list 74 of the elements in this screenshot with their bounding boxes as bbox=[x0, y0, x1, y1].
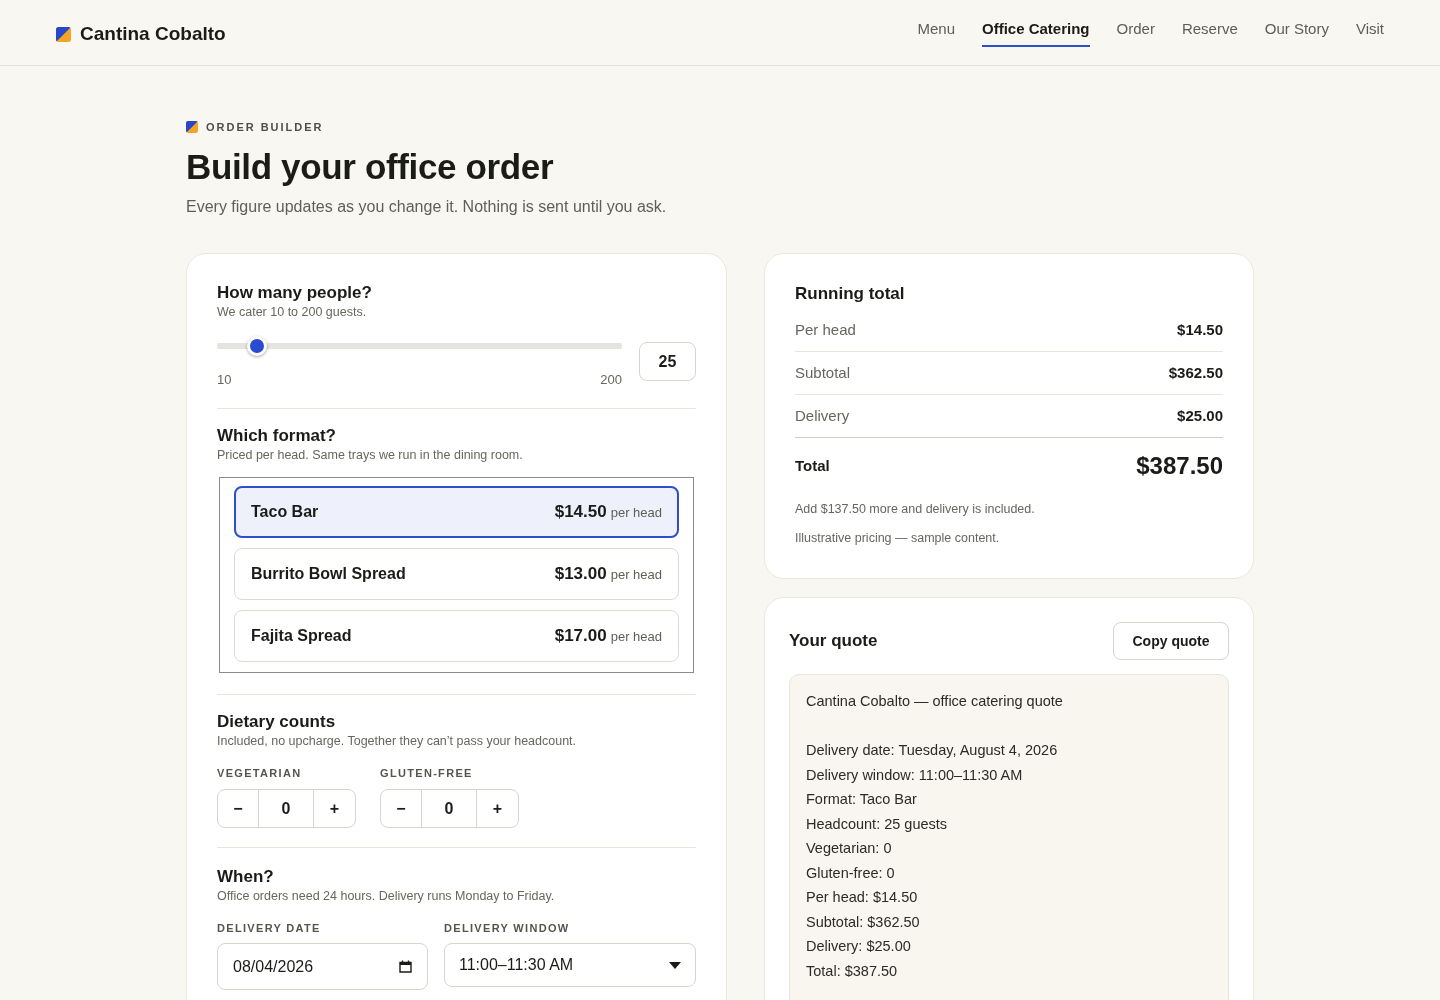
section-hint: Priced per head. Same trays we run in the dining room. bbox=[217, 447, 524, 464]
brand-mark-icon bbox=[56, 26, 71, 42]
eyebrow-label: ORDER BUILDER bbox=[206, 120, 324, 135]
format-name: Taco Bar bbox=[251, 502, 319, 522]
format-unit: per head bbox=[610, 566, 662, 585]
format-unit: per head bbox=[610, 504, 662, 523]
format-name: Burrito Bowl Spread bbox=[251, 564, 406, 584]
count-field[interactable]: 0 bbox=[259, 790, 314, 827]
quote-line: Total: $387.50 bbox=[806, 961, 899, 981]
nav-link[interactable]: Visit bbox=[1355, 18, 1384, 47]
section-hint: We cater 10 to 200 guests. bbox=[217, 304, 368, 321]
nav-link[interactable]: Reserve bbox=[1181, 18, 1238, 47]
quote-line: Delivery date: Tuesday, August 4, 2026 bbox=[806, 741, 1059, 760]
section-title: When? bbox=[217, 867, 275, 887]
increment-button[interactable]: + bbox=[477, 790, 518, 827]
slider-thumb[interactable] bbox=[247, 336, 268, 356]
section-hint: Included, no upcharge. Together they can’t pass your headcount. bbox=[217, 733, 578, 750]
delivery-window-select[interactable]: 11:00–11:30 AM bbox=[444, 943, 696, 987]
format-price: $13.00 bbox=[554, 563, 607, 586]
field-label: DELIVERY DATE bbox=[217, 921, 322, 936]
quote-line: Per head: $14.50 bbox=[806, 888, 919, 907]
nav-link[interactable]: Office Catering bbox=[982, 18, 1090, 47]
quote-line: Delivery: $25.00 bbox=[806, 937, 912, 956]
date-field[interactable]: 08/04/2026 bbox=[217, 943, 428, 990]
caret-icon bbox=[669, 961, 681, 969]
quote-line: Delivery window: 11:00–11:30 AM bbox=[806, 765, 1024, 785]
section-title: Which format? bbox=[217, 426, 337, 446]
quote-line: Subtotal: $362.50 bbox=[806, 912, 921, 932]
slider-min-label: 10 bbox=[217, 371, 232, 389]
field-label: GLUTEN-FREE bbox=[380, 766, 474, 781]
page-subtitle: Every figure updates as you change it. Nothing is sent until you ask. bbox=[186, 197, 668, 217]
quote-line: Vegetarian: 0 bbox=[806, 839, 893, 858]
card-title: Your quote bbox=[789, 631, 878, 651]
headcount-field[interactable]: 25 bbox=[639, 342, 696, 381]
calendar-icon bbox=[399, 960, 412, 973]
summary-label: Per head bbox=[795, 320, 856, 340]
copy-quote-button[interactable]: Copy quote bbox=[1113, 622, 1229, 660]
format-option[interactable]: Fajita Spread $17.00 per head bbox=[234, 610, 679, 662]
decrement-button[interactable]: − bbox=[381, 790, 422, 827]
nav-link[interactable]: Our Story bbox=[1264, 18, 1329, 47]
brand-name[interactable]: Cantina Cobalto bbox=[80, 22, 226, 46]
field-label: VEGETARIAN bbox=[217, 766, 303, 781]
total-label: Total bbox=[795, 456, 830, 476]
section-title: How many people? bbox=[217, 283, 373, 303]
quote-line: Gluten-free: 0 bbox=[806, 863, 896, 883]
field-label: DELIVERY WINDOW bbox=[444, 921, 571, 936]
total-value: $387.50 bbox=[1136, 451, 1223, 481]
summary-value: $14.50 bbox=[1177, 320, 1223, 340]
summary-value: $362.50 bbox=[1168, 363, 1223, 383]
nav-link[interactable]: Menu bbox=[917, 18, 955, 47]
summary-note: Add $137.50 more and delivery is included. bbox=[795, 501, 1036, 518]
increment-button[interactable]: + bbox=[314, 790, 355, 827]
quote-heading: Cantina Cobalto — office catering quote bbox=[806, 692, 1064, 711]
brand-mark-icon bbox=[186, 121, 198, 133]
quote-line: Format: Taco Bar bbox=[806, 790, 918, 809]
count-field[interactable]: 0 bbox=[422, 790, 477, 827]
format-price: $14.50 bbox=[554, 501, 607, 524]
format-option[interactable]: Taco Bar $14.50 per head bbox=[234, 486, 679, 538]
summary-value: $25.00 bbox=[1177, 406, 1223, 426]
format-option[interactable]: Burrito Bowl Spread $13.00 per head bbox=[234, 548, 679, 600]
format-name: Fajita Spread bbox=[251, 626, 352, 646]
section-hint: Office orders need 24 hours. Delivery runs Monday to Friday. bbox=[217, 888, 556, 905]
summary-label: Subtotal bbox=[795, 363, 851, 383]
summary-label: Delivery bbox=[795, 406, 850, 426]
quote-line: Headcount: 25 guests bbox=[806, 814, 949, 834]
section-title: Dietary counts bbox=[217, 712, 337, 732]
page-title: Build your office order bbox=[186, 146, 555, 188]
summary-note: Illustrative pricing — sample content. bbox=[795, 530, 1001, 547]
format-unit: per head bbox=[610, 628, 662, 647]
decrement-button[interactable]: − bbox=[218, 790, 259, 827]
slider-max-label: 200 bbox=[600, 371, 622, 389]
format-price: $17.00 bbox=[554, 625, 607, 648]
card-title: Running total bbox=[795, 284, 906, 304]
nav-link[interactable]: Order bbox=[1116, 18, 1155, 47]
